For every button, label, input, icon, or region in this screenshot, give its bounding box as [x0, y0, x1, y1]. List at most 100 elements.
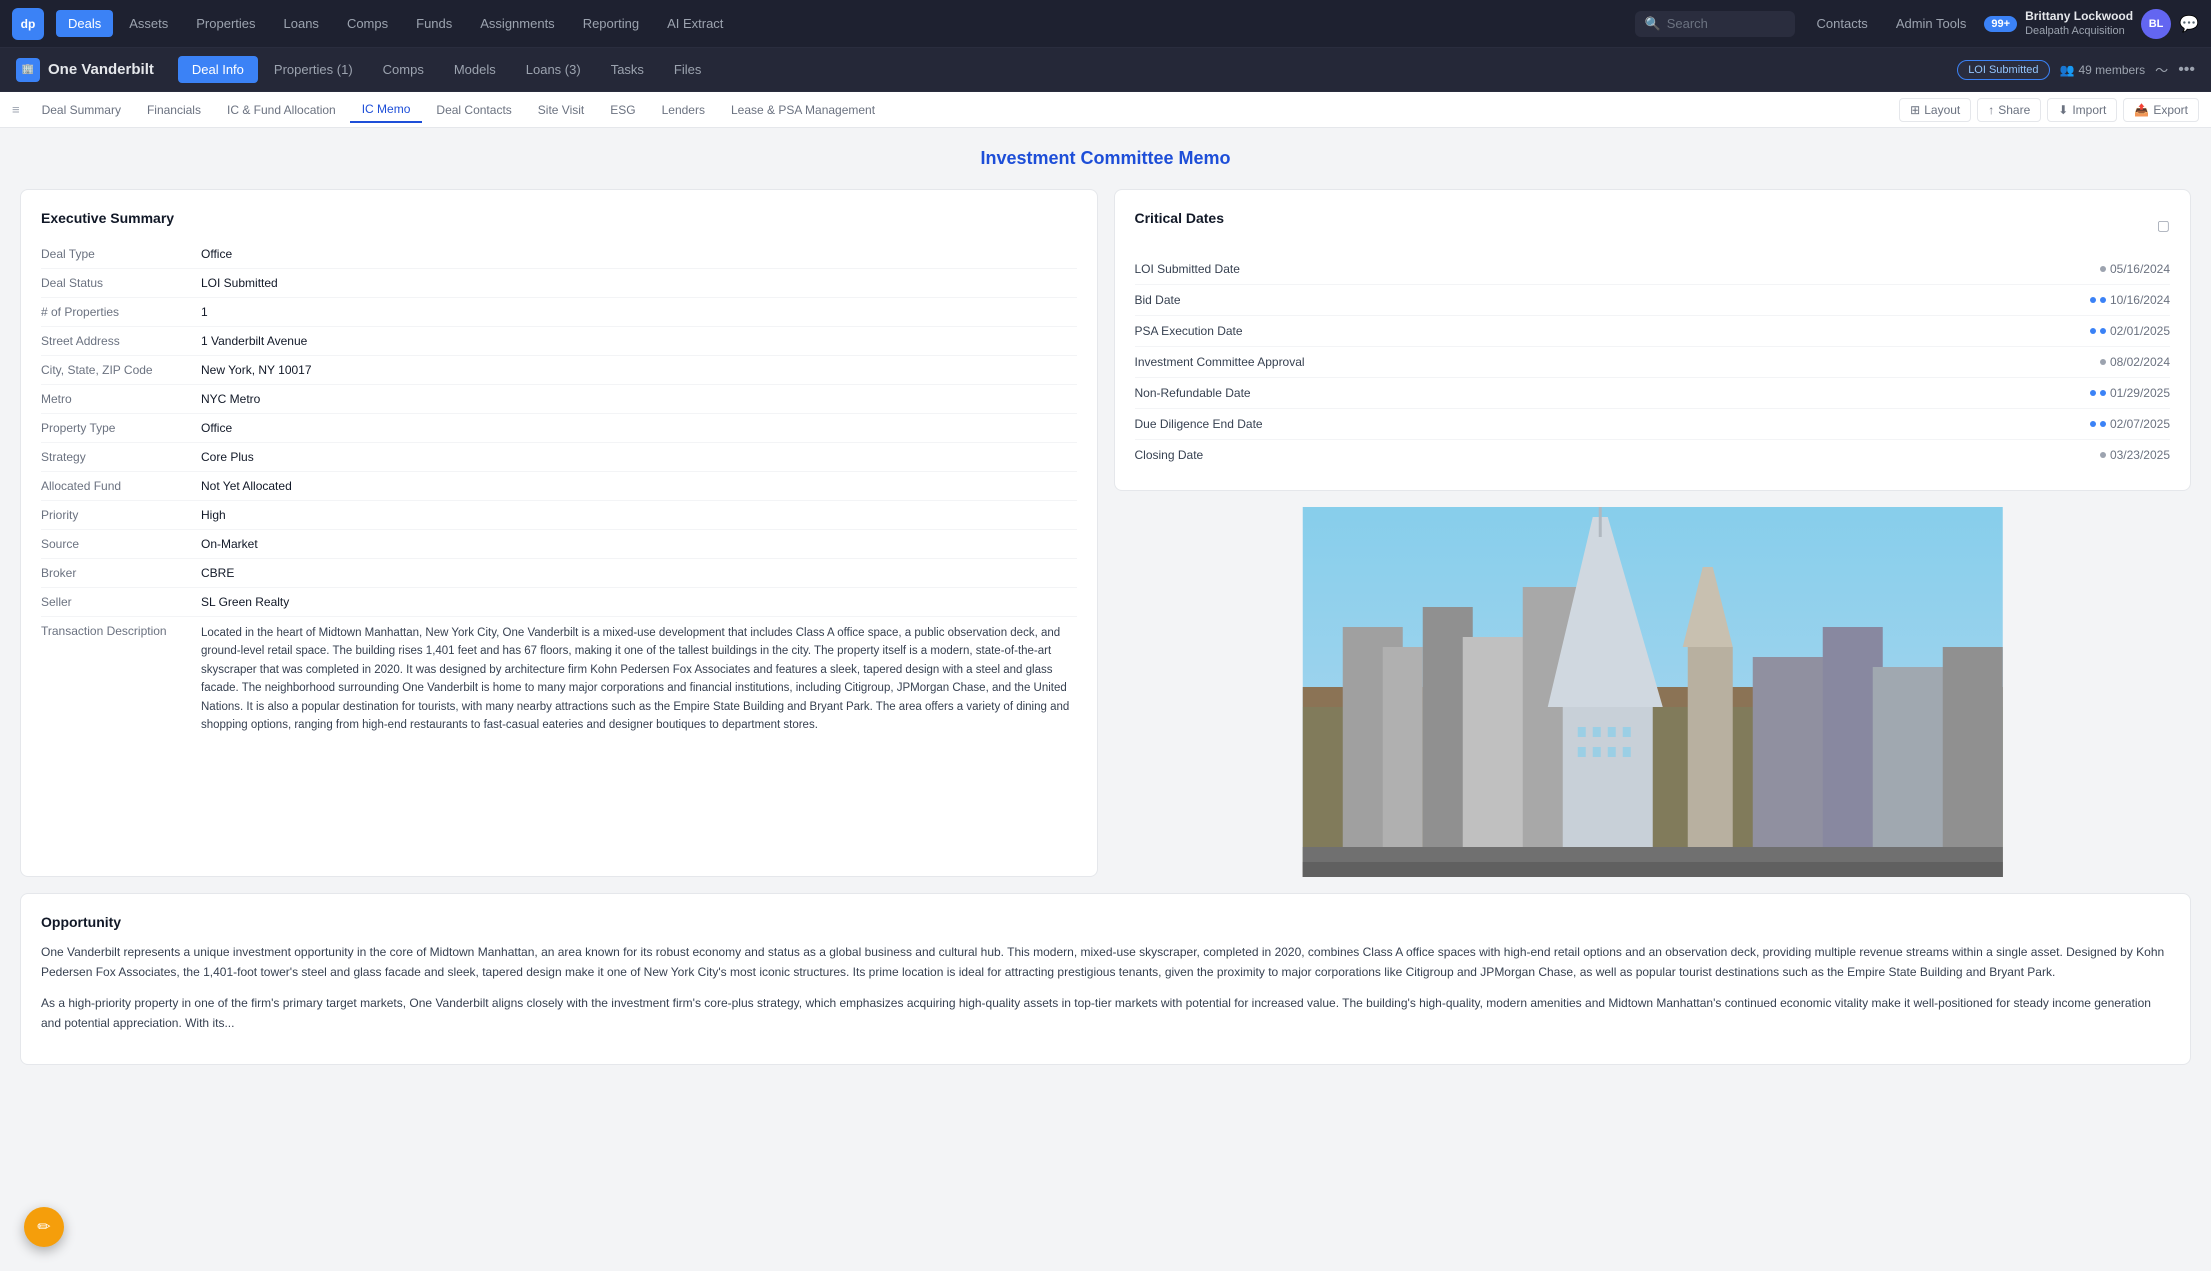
dot-icon-2 — [2100, 328, 2106, 334]
nav-assets[interactable]: Assets — [117, 10, 180, 37]
nav-right: Contacts Admin Tools 99+ Brittany Lockwo… — [1807, 9, 2200, 39]
deal-tab-models[interactable]: Models — [440, 56, 510, 83]
date-value: 10/16/2024 — [2110, 293, 2170, 307]
edit-fab[interactable]: ✏ — [24, 1207, 64, 1247]
nav-funds[interactable]: Funds — [404, 10, 464, 37]
critical-dates-header: Critical Dates ▢ — [1135, 210, 2171, 240]
field-source: Source On-Market — [41, 530, 1077, 559]
date-non-refundable: Non-Refundable Date 01/29/2025 — [1135, 378, 2171, 409]
nav-assignments[interactable]: Assignments — [468, 10, 566, 37]
more-icon[interactable]: ••• — [2178, 61, 2195, 79]
nav-deals[interactable]: Deals — [56, 10, 113, 37]
field-num-properties: # of Properties 1 — [41, 298, 1077, 327]
search-placeholder: Search — [1667, 16, 1708, 31]
share-icon: ↑ — [1988, 103, 1994, 117]
hamburger-icon[interactable]: ≡ — [12, 102, 20, 117]
critical-dates-title: Critical Dates — [1135, 210, 1224, 226]
export-button[interactable]: 📤 Export — [2123, 98, 2199, 122]
field-priority: Priority High — [41, 501, 1077, 530]
sub-nav: ≡ Deal Summary Financials IC & Fund Allo… — [0, 92, 2211, 128]
avatar[interactable]: BL — [2141, 9, 2171, 39]
deal-tab-tasks[interactable]: Tasks — [597, 56, 658, 83]
layout-button[interactable]: ⊞ Layout — [1899, 98, 1971, 122]
field-strategy: Strategy Core Plus — [41, 443, 1077, 472]
messages-icon[interactable]: 💬 — [2179, 14, 2199, 34]
dot-icon — [2090, 297, 2096, 303]
deal-icon: 🏢 — [16, 58, 40, 82]
admin-tools-button[interactable]: Admin Tools — [1886, 11, 1977, 36]
date-value: 08/02/2024 — [2110, 355, 2170, 369]
contacts-button[interactable]: Contacts — [1807, 11, 1878, 36]
nav-loans[interactable]: Loans — [272, 10, 331, 37]
field-property-type: Property Type Office — [41, 414, 1077, 443]
search-icon: 🔍 — [1645, 16, 1661, 32]
date-psa: PSA Execution Date 02/01/2025 — [1135, 316, 2171, 347]
sub-tab-lease-psa[interactable]: Lease & PSA Management — [719, 98, 887, 122]
deal-tab-loans[interactable]: Loans (3) — [512, 56, 595, 83]
date-loi-submitted: LOI Submitted Date 05/16/2024 — [1135, 254, 2171, 285]
people-icon: 👥 — [2060, 63, 2075, 77]
user-company: Dealpath Acquisition — [2025, 24, 2133, 38]
sub-tab-esg[interactable]: ESG — [598, 98, 647, 122]
critical-dates-card: Critical Dates ▢ LOI Submitted Date 05/1… — [1114, 189, 2192, 491]
dot-icon — [2090, 328, 2096, 334]
date-value: 01/29/2025 — [2110, 386, 2170, 400]
city-image-container — [1114, 507, 2192, 877]
city-skyline-svg — [1114, 507, 2192, 877]
export-icon: 📤 — [2134, 103, 2149, 117]
date-due-diligence: Due Diligence End Date 02/07/2025 — [1135, 409, 2171, 440]
bottom-section: Opportunity One Vanderbilt represents a … — [20, 893, 2191, 1065]
field-deal-status: Deal Status LOI Submitted — [41, 269, 1077, 298]
date-value: 02/01/2025 — [2110, 324, 2170, 338]
sub-tab-ic-fund[interactable]: IC & Fund Allocation — [215, 98, 348, 122]
deal-tab-comps[interactable]: Comps — [369, 56, 438, 83]
status-badge[interactable]: LOI Submitted — [1957, 60, 2049, 80]
dot-icon — [2100, 266, 2106, 272]
date-bid: Bid Date 10/16/2024 — [1135, 285, 2171, 316]
date-value: 03/23/2025 — [2110, 448, 2170, 462]
nav-properties[interactable]: Properties — [184, 10, 267, 37]
sub-tab-lenders[interactable]: Lenders — [650, 98, 717, 122]
share-button[interactable]: ↑ Share — [1977, 98, 2041, 122]
nav-reporting[interactable]: Reporting — [571, 10, 651, 37]
deal-tab-properties[interactable]: Properties (1) — [260, 56, 367, 83]
dot-icon — [2100, 359, 2106, 365]
dot-icon-2 — [2100, 297, 2106, 303]
top-nav: dp Deals Assets Properties Loans Comps F… — [0, 0, 2211, 48]
dot-icon — [2090, 390, 2096, 396]
deal-title: One Vanderbilt — [48, 61, 154, 78]
user-info: Brittany Lockwood Dealpath Acquisition — [2025, 9, 2133, 39]
deal-tab-info[interactable]: Deal Info — [178, 56, 258, 83]
deal-tab-files[interactable]: Files — [660, 56, 715, 83]
sub-tab-financials[interactable]: Financials — [135, 98, 213, 122]
activity-icon[interactable]: 〜 — [2155, 60, 2168, 79]
deal-header-right: LOI Submitted 👥 49 members 〜 ••• — [1957, 60, 2195, 80]
nav-comps[interactable]: Comps — [335, 10, 400, 37]
dot-icon — [2090, 421, 2096, 427]
dot-icon-2 — [2100, 390, 2106, 396]
collapse-icon[interactable]: ▢ — [2157, 217, 2170, 234]
executive-summary-title: Executive Summary — [41, 210, 1077, 226]
notification-badge[interactable]: 99+ — [1984, 16, 2017, 32]
search-box[interactable]: 🔍 Search — [1635, 11, 1795, 37]
executive-summary-card: Executive Summary Deal Type Office Deal … — [20, 189, 1098, 877]
sub-tab-site-visit[interactable]: Site Visit — [526, 98, 596, 122]
members-count: 49 members — [2078, 63, 2145, 77]
date-closing: Closing Date 03/23/2025 — [1135, 440, 2171, 470]
field-street-address: Street Address 1 Vanderbilt Avenue — [41, 327, 1077, 356]
field-city-state-zip: City, State, ZIP Code New York, NY 10017 — [41, 356, 1077, 385]
sub-tab-summary[interactable]: Deal Summary — [30, 98, 133, 122]
deal-tabs: Deal Info Properties (1) Comps Models Lo… — [178, 56, 716, 83]
nav-ai-extract[interactable]: AI Extract — [655, 10, 735, 37]
field-metro: Metro NYC Metro — [41, 385, 1077, 414]
field-deal-type: Deal Type Office — [41, 240, 1077, 269]
edit-icon: ✏ — [37, 1217, 50, 1237]
opportunity-card: Opportunity One Vanderbilt represents a … — [20, 893, 2191, 1065]
dot-icon-2 — [2100, 421, 2106, 427]
sub-tab-contacts[interactable]: Deal Contacts — [424, 98, 523, 122]
field-seller: Seller SL Green Realty — [41, 588, 1077, 617]
import-button[interactable]: ⬇ Import — [2047, 98, 2117, 122]
sub-tab-ic-memo[interactable]: IC Memo — [350, 97, 423, 123]
date-ic-approval: Investment Committee Approval 08/02/2024 — [1135, 347, 2171, 378]
field-transaction-desc: Transaction Description Located in the h… — [41, 617, 1077, 741]
